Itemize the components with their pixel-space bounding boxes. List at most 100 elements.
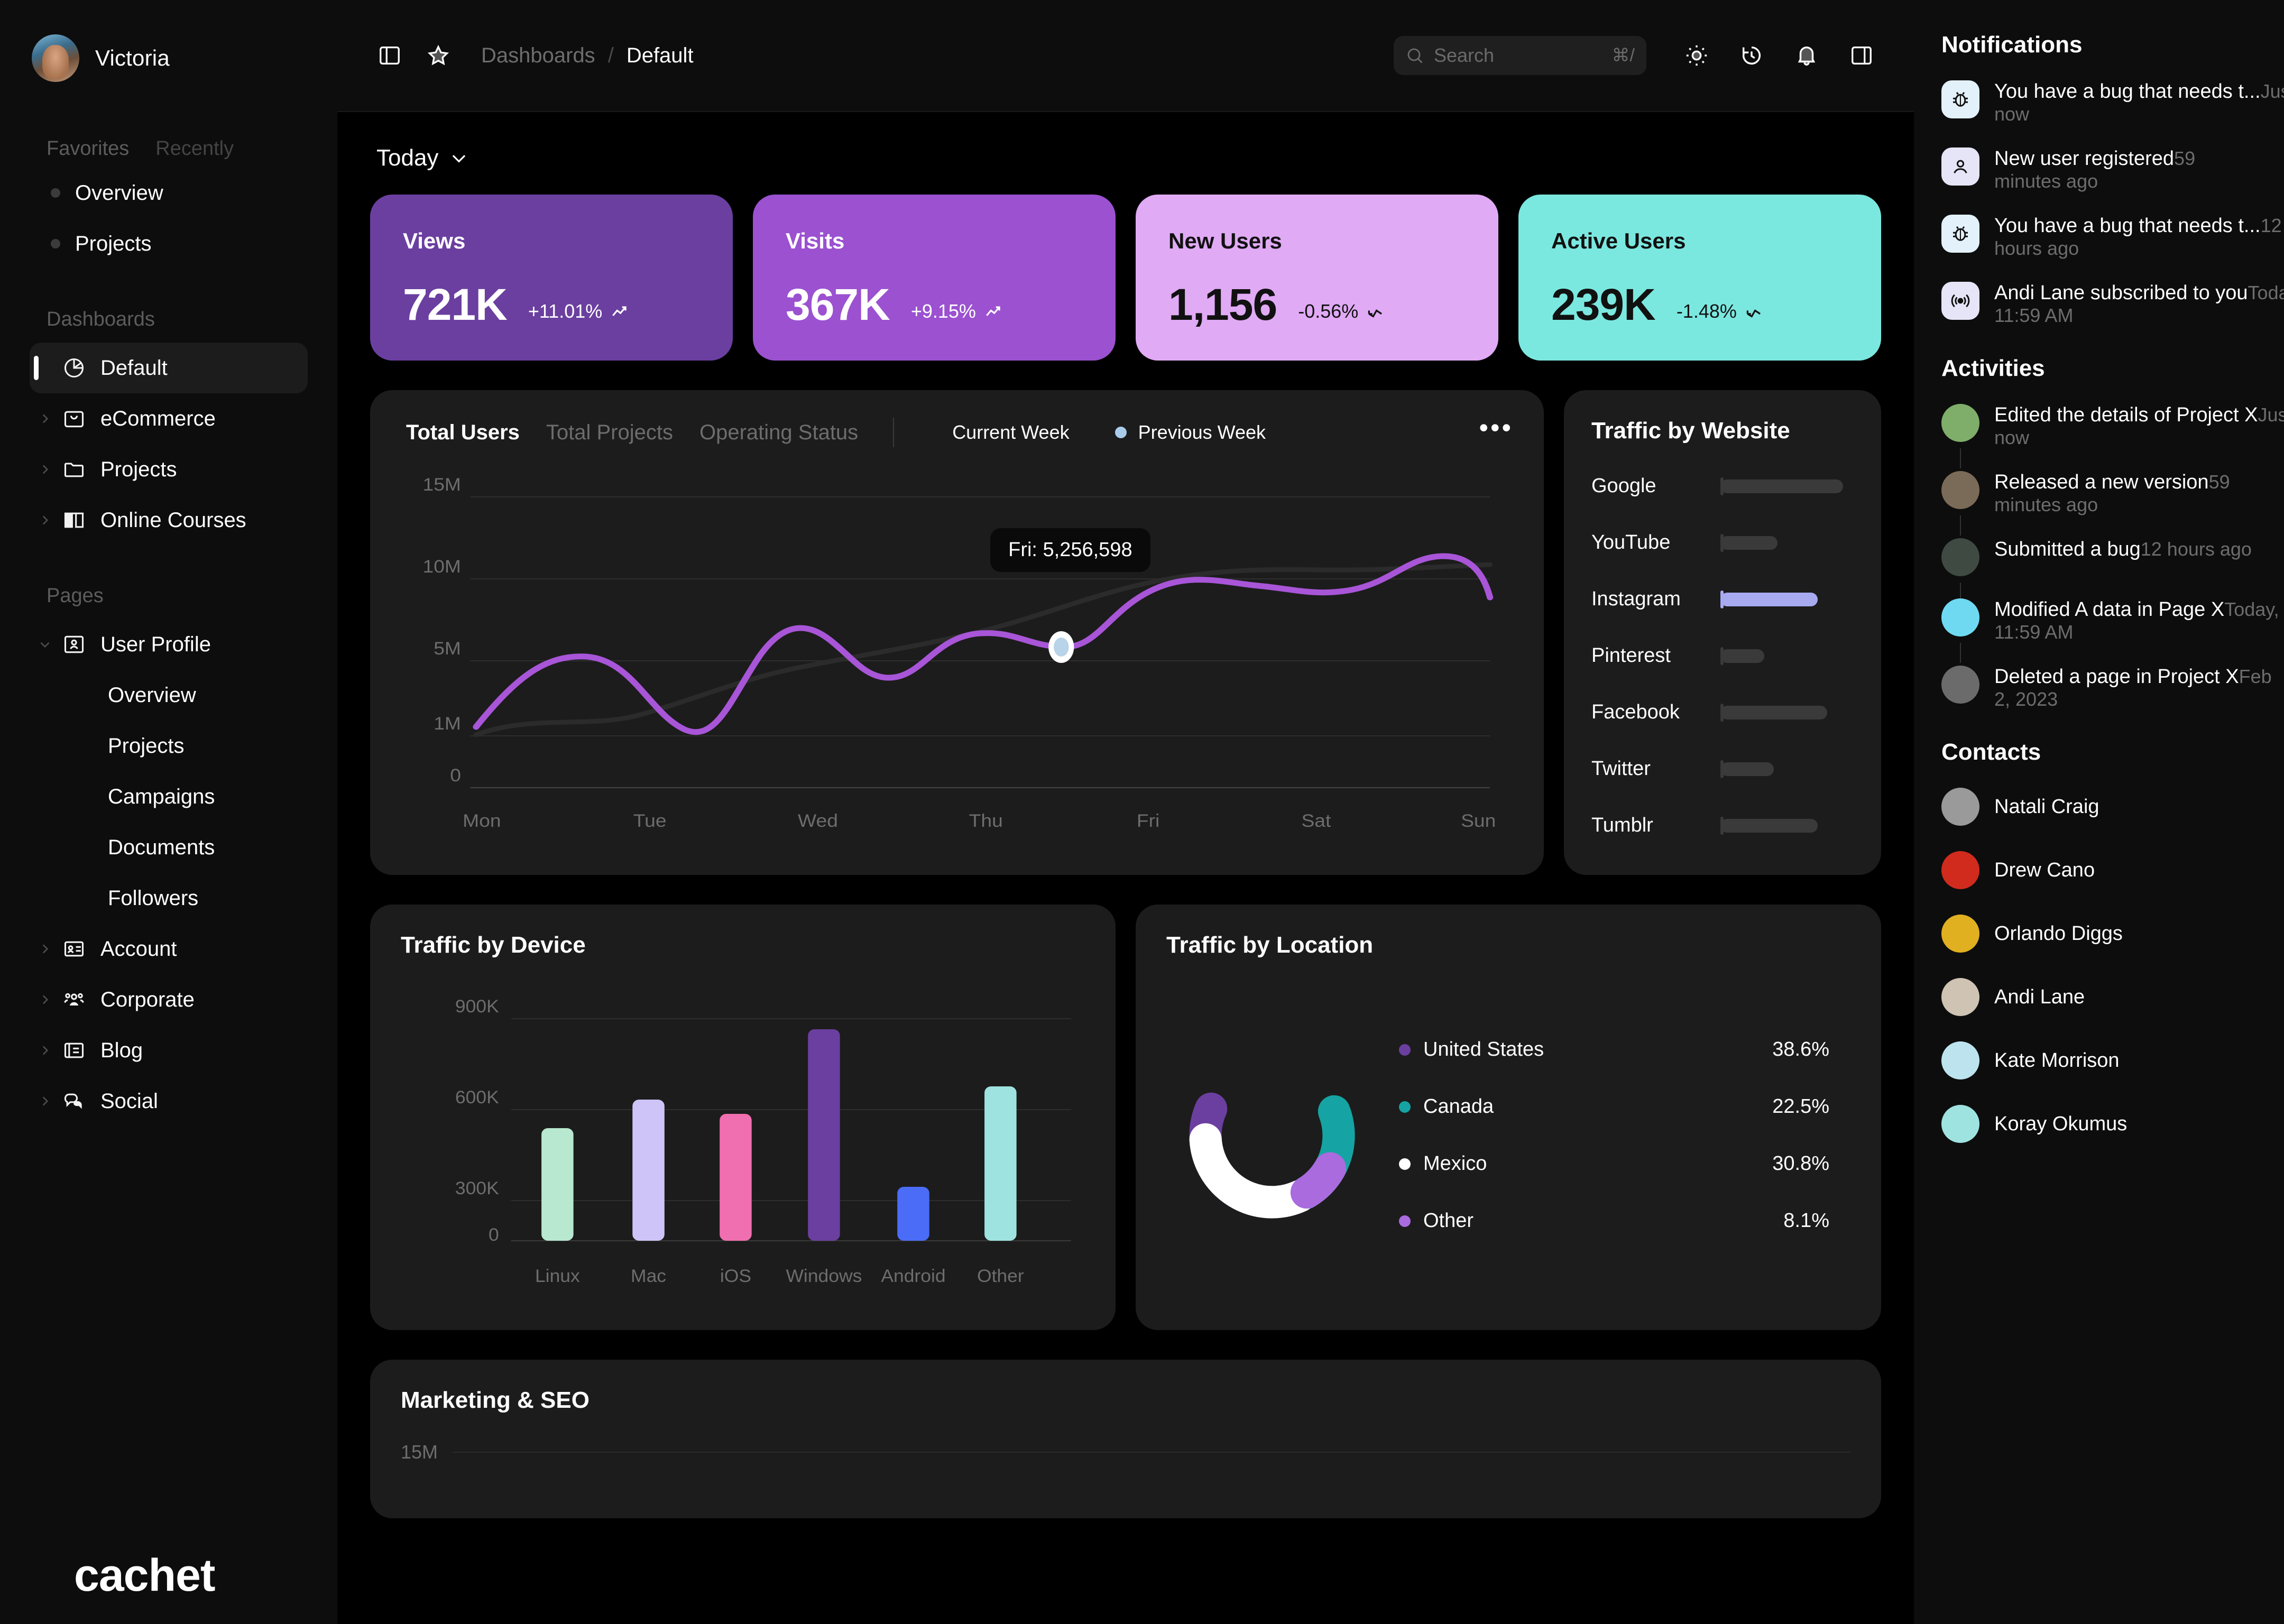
kpi-card-visits[interactable]: Visits 367K +9.15% <box>753 195 1116 361</box>
sidebar-item-corporate[interactable]: Corporate <box>30 974 308 1025</box>
sidebar-subitem-campaigns[interactable]: Campaigns <box>0 771 337 822</box>
breadcrumb-parent[interactable]: Dashboards <box>481 44 595 68</box>
user-icon <box>1941 147 1979 186</box>
seo-axis: 15M <box>401 1441 1850 1463</box>
activity-item[interactable]: Released a new version59 minutes ago <box>1941 471 2257 536</box>
favorite-item-projects[interactable]: Projects <box>0 218 337 269</box>
sidebar-item-blog[interactable]: Blog <box>30 1025 308 1076</box>
avatar <box>1941 404 1979 442</box>
kpi-value: 721K <box>403 280 508 329</box>
bar-fill <box>1720 649 1765 663</box>
more-options-icon[interactable]: ••• <box>1479 414 1513 442</box>
contact-name: Natali Craig <box>1994 795 2099 818</box>
activity-item[interactable]: Modified A data in Page XToday, 11:59 AM <box>1941 598 2279 663</box>
kpi-delta: +11.01% <box>528 300 630 327</box>
tab-operating-status[interactable]: Operating Status <box>699 421 858 445</box>
trend-up-icon <box>986 306 1000 316</box>
sidebar-item-ecommerce[interactable]: eCommerce <box>30 393 308 444</box>
traffic-website-row[interactable]: Facebook <box>1591 684 1854 741</box>
history-icon[interactable] <box>1732 36 1771 75</box>
traffic-website-bar-track <box>1720 647 1854 665</box>
traffic-website-row[interactable]: Twitter <box>1591 741 1854 797</box>
bar-fill <box>1720 592 1818 606</box>
svg-text:iOS: iOS <box>720 1267 751 1286</box>
star-icon[interactable] <box>419 36 458 75</box>
search-box[interactable]: ⌘/ <box>1394 36 1646 75</box>
sun-icon[interactable] <box>1677 36 1716 75</box>
chevron-right-icon[interactable] <box>33 463 57 476</box>
traffic-website-row[interactable]: Instagram <box>1591 571 1854 628</box>
contact-name: Koray Okumus <box>1994 1112 2128 1135</box>
contact-item[interactable]: Koray Okumus <box>1941 1105 2257 1143</box>
contact-item[interactable]: Kate Morrison <box>1941 1041 2257 1079</box>
location-name: Mexico <box>1423 1152 1487 1175</box>
kpi-card-views[interactable]: Views 721K +11.01% <box>370 195 733 361</box>
chevron-right-icon[interactable] <box>33 993 57 1007</box>
breadcrumb-separator: / <box>607 43 614 67</box>
notifications-title: Notifications <box>1941 32 2083 58</box>
sidebar-item-projects[interactable]: Projects <box>30 444 308 495</box>
id-card-icon <box>59 937 89 961</box>
chevron-right-icon[interactable] <box>33 1044 57 1057</box>
svg-text:Other: Other <box>977 1267 1024 1286</box>
legend-current-week[interactable]: Current Week <box>929 421 1070 444</box>
tab-total-projects[interactable]: Total Projects <box>546 421 673 445</box>
sidebar-item-default[interactable]: Default <box>30 343 308 393</box>
sidebar-subitem-documents[interactable]: Documents <box>0 822 337 873</box>
chevron-down-icon[interactable] <box>33 638 57 651</box>
sidebar-subitem-followers[interactable]: Followers <box>0 873 337 924</box>
traffic-website-bar-track <box>1720 703 1854 722</box>
location-legend-row[interactable]: Canada 22.5% <box>1399 1078 1829 1136</box>
date-filter[interactable]: Today <box>370 140 1881 195</box>
bar-fill <box>1720 536 1778 550</box>
tab-total-users[interactable]: Total Users <box>406 421 520 445</box>
notification-item[interactable]: New user registered59 minutes ago <box>1941 147 2257 192</box>
bell-icon[interactable] <box>1787 36 1826 75</box>
right-panel-toggle-icon[interactable] <box>1842 36 1881 75</box>
traffic-website-row[interactable]: YouTube <box>1591 514 1854 571</box>
notification-item[interactable]: Andi Lane subscribed to youToday, 11:59 … <box>1941 282 2284 327</box>
legend-previous-week[interactable]: Previous Week <box>1115 421 1266 444</box>
location-legend-row[interactable]: Mexico 30.8% <box>1399 1136 1829 1193</box>
svg-text:Mac: Mac <box>631 1267 666 1286</box>
kpi-card-active-users[interactable]: Active Users 239K -1.48% <box>1518 195 1881 361</box>
sidebar-subitem-projects[interactable]: Projects <box>0 721 337 771</box>
location-legend-row[interactable]: United States 38.6% <box>1399 1021 1829 1078</box>
chevron-right-icon[interactable] <box>33 942 57 956</box>
traffic-website-row[interactable]: Tumblr <box>1591 797 1854 854</box>
divider <box>893 418 895 447</box>
kpi-delta-text: -1.48% <box>1676 300 1737 322</box>
activity-item[interactable]: Deleted a page in Project XFeb 2, 2023 <box>1941 666 2272 710</box>
chevron-right-icon[interactable] <box>33 513 57 527</box>
contact-item[interactable]: Andi Lane <box>1941 978 2257 1016</box>
search-input[interactable] <box>1434 44 1603 67</box>
sidebar-subitem-overview[interactable]: Overview <box>0 670 337 721</box>
notification-item[interactable]: You have a bug that needs t...Just now <box>1941 80 2284 125</box>
bar-fill <box>1720 479 1843 493</box>
sidebar-item-user-profile[interactable]: User Profile <box>30 619 308 670</box>
chevron-right-icon[interactable] <box>33 412 57 426</box>
activity-item[interactable]: Submitted a bug12 hours ago <box>1941 538 2257 603</box>
kpi-card-new-users[interactable]: New Users 1,156 -0.56% <box>1136 195 1498 361</box>
location-name: Canada <box>1423 1095 1494 1118</box>
sidebar-item-social[interactable]: Social <box>30 1076 308 1127</box>
chevron-right-icon[interactable] <box>33 1094 57 1108</box>
sidebar-item-account[interactable]: Account <box>30 924 308 974</box>
contact-item[interactable]: Natali Craig <box>1941 788 2257 826</box>
sidebar-item-online-courses[interactable]: Online Courses <box>30 495 308 546</box>
traffic-website-row[interactable]: Pinterest <box>1591 628 1854 684</box>
sidebar-toggle-icon[interactable] <box>370 36 409 75</box>
profile-header[interactable]: Victoria <box>0 32 337 85</box>
notification-item[interactable]: You have a bug that needs t...12 hours a… <box>1941 215 2282 260</box>
kpi-value: 239K <box>1551 280 1656 329</box>
trend-down-icon <box>1368 309 1383 318</box>
favorite-item-overview[interactable]: Overview <box>0 168 337 218</box>
tab-recently[interactable]: Recently <box>155 137 234 160</box>
contact-item[interactable]: Drew Cano <box>1941 851 2257 889</box>
location-legend-row[interactable]: Other 8.1% <box>1399 1193 1829 1250</box>
traffic-website-row[interactable]: Google <box>1591 458 1854 514</box>
activity-item[interactable]: Edited the details of Project XJust now <box>1941 404 2284 468</box>
contact-item[interactable]: Orlando Diggs <box>1941 915 2257 953</box>
tab-favorites[interactable]: Favorites <box>47 137 129 160</box>
favorites-list: Overview Projects <box>0 168 337 269</box>
